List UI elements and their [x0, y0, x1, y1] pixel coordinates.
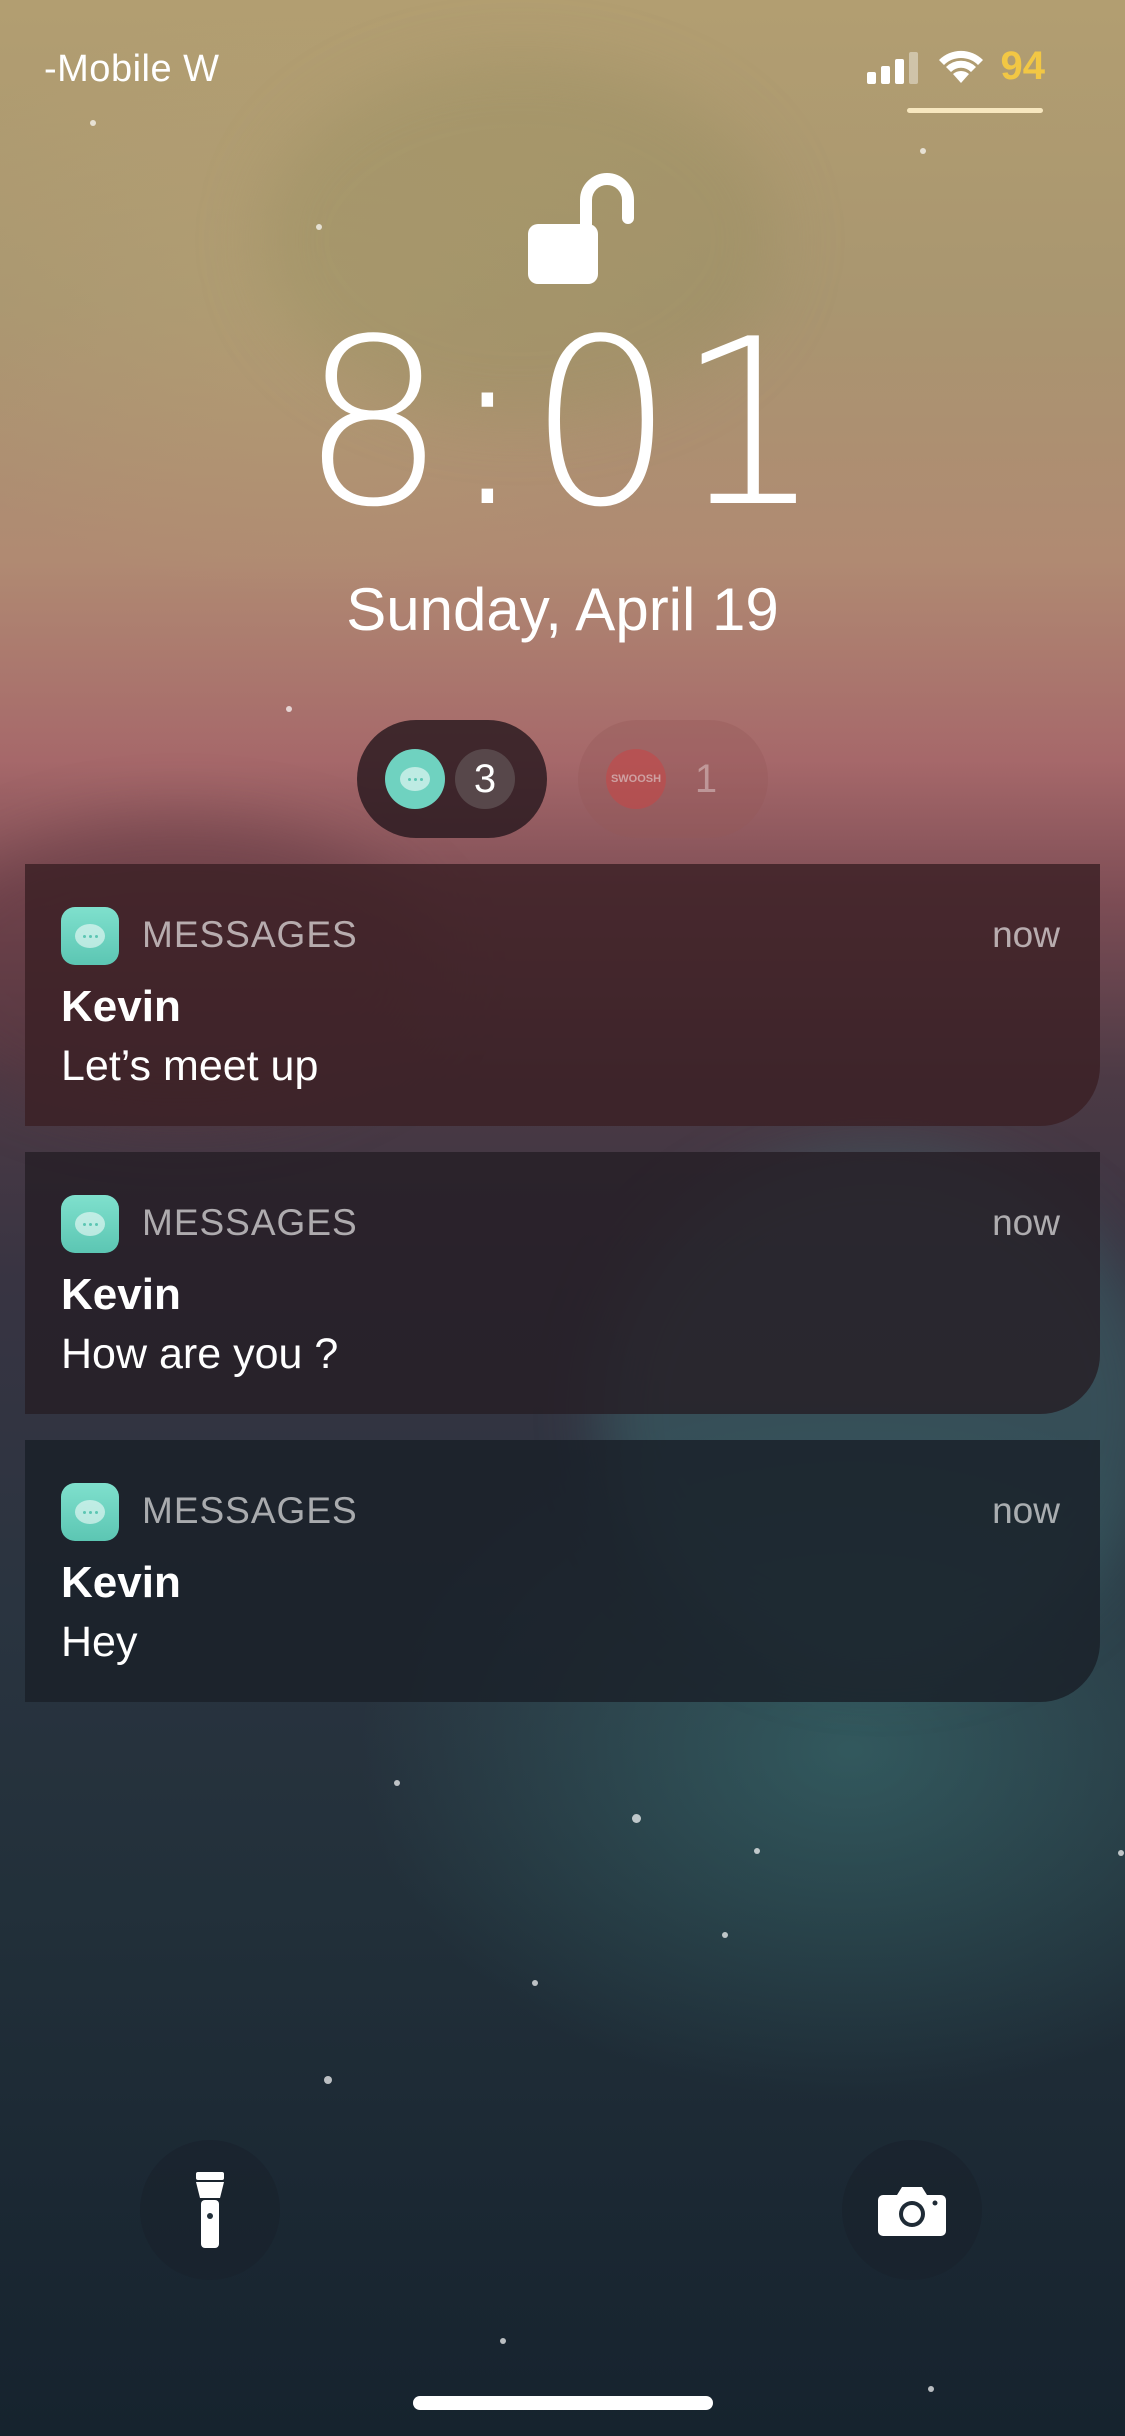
camera-button[interactable] [842, 2140, 982, 2280]
flashlight-button[interactable] [140, 2140, 280, 2280]
notification-card[interactable]: MESSAGES now Kevin How are you ? [25, 1152, 1100, 1414]
control-center-indicator[interactable] [907, 108, 1043, 113]
notification-card[interactable]: MESSAGES now Kevin Hey [25, 1440, 1100, 1702]
notification-sender: Kevin [61, 1270, 181, 1319]
notification-count: 1 [694, 756, 718, 801]
status-indicators: 94 [866, 44, 1046, 89]
notification-group-messages[interactable]: 3 [357, 720, 547, 838]
wallpaper-star [286, 706, 292, 712]
nike-icon-text: SWOOSH [610, 773, 662, 785]
notification-time: now [992, 914, 1060, 955]
wallpaper-star [324, 2076, 332, 2084]
nike-icon: SWOOSH [606, 749, 666, 809]
messages-icon [61, 1483, 119, 1541]
notification-card[interactable]: MESSAGES now Kevin Let’s meet up [25, 864, 1100, 1126]
wallpaper-star [632, 1814, 641, 1823]
notification-message: Hey [61, 1618, 138, 1666]
notification-message: How are you ? [61, 1330, 339, 1378]
messages-icon [385, 749, 445, 809]
lock-screen: -Mobile W 94 8:01 Sunday, April 19 3 SWO… [0, 0, 1125, 2436]
wallpaper-star [394, 1780, 400, 1786]
unlocked-padlock-icon [528, 173, 634, 284]
notification-time: now [992, 1490, 1060, 1531]
camera-icon [878, 2187, 946, 2236]
notification-count: 3 [455, 749, 515, 809]
notification-sender: Kevin [61, 1558, 181, 1607]
wallpaper-star [90, 120, 96, 126]
messages-icon [61, 1195, 119, 1253]
notification-time: now [992, 1202, 1060, 1243]
lock-screen-time: 8:01 [300, 291, 825, 558]
notification-sender: Kevin [61, 982, 181, 1031]
wifi-icon [938, 50, 983, 83]
wallpaper-star [316, 224, 322, 230]
messages-icon [61, 907, 119, 965]
home-indicator[interactable] [413, 2396, 713, 2410]
wallpaper-star [722, 1932, 728, 1938]
notification-message: Let’s meet up [61, 1042, 319, 1090]
wallpaper-star [1118, 1850, 1124, 1856]
cellular-signal-icon [866, 51, 918, 84]
battery-percentage: 94 [1000, 44, 1046, 88]
wallpaper-star [532, 1980, 538, 1986]
wallpaper-star [754, 1848, 760, 1854]
wallpaper-star [920, 148, 926, 154]
flashlight-icon [196, 2172, 224, 2248]
wallpaper-star [928, 2386, 934, 2392]
notification-app-name: MESSAGES [142, 914, 358, 955]
lock-screen-date: Sunday, April 19 [346, 576, 779, 643]
carrier-name: -Mobile W [44, 48, 220, 90]
wallpaper-star [500, 2338, 506, 2344]
notification-group-nike[interactable]: SWOOSH 1 [578, 720, 768, 838]
notification-app-name: MESSAGES [142, 1490, 358, 1531]
notification-app-name: MESSAGES [142, 1202, 358, 1243]
